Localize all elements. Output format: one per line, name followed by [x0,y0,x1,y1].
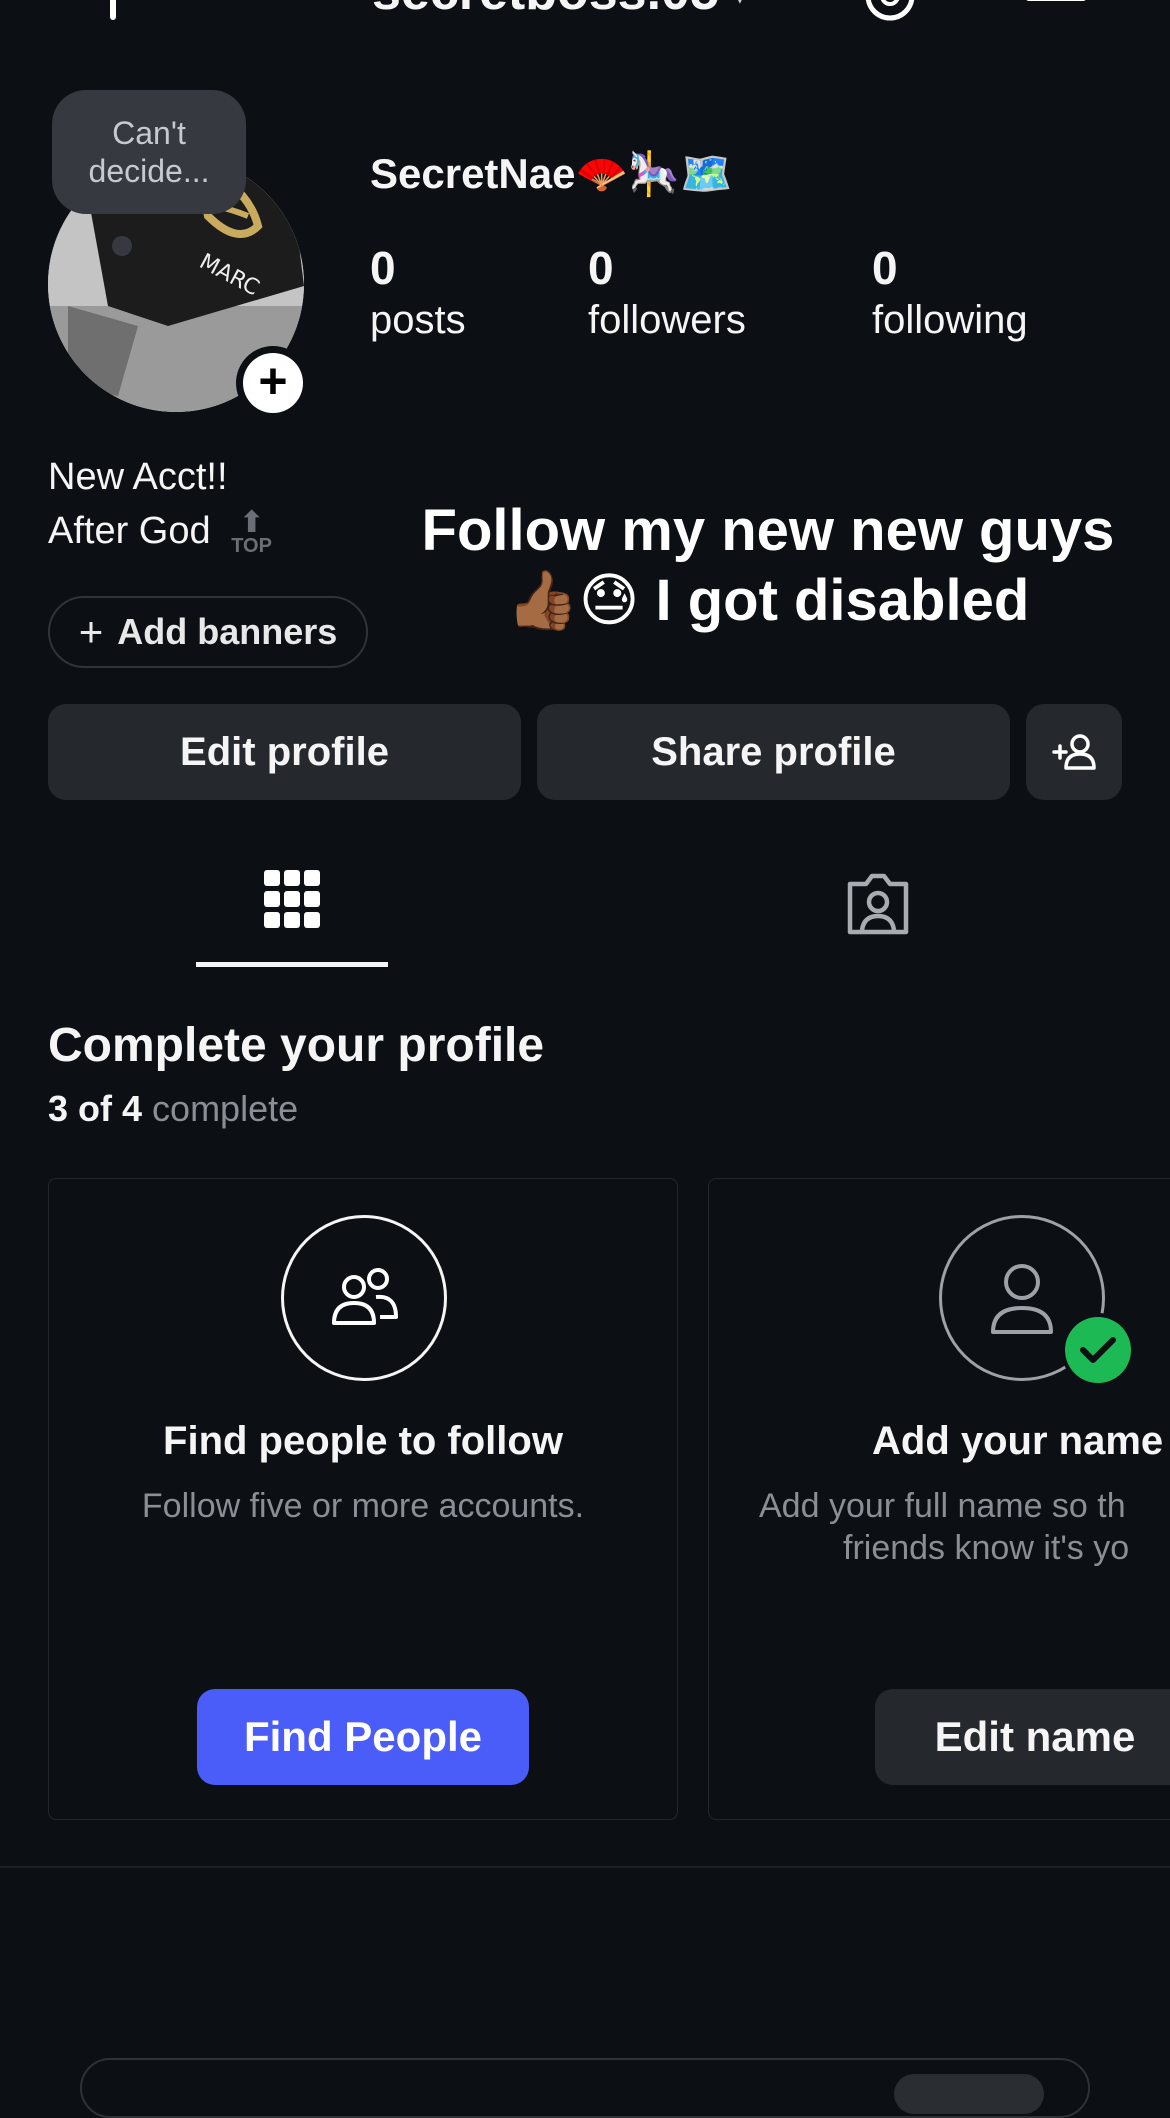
discover-people-button[interactable] [1026,704,1122,800]
share-profile-button[interactable]: Share profile [537,704,1010,800]
find-people-button[interactable]: Find People [197,1689,529,1785]
find-people-card: Find people to follow Follow five or mor… [48,1178,678,1820]
hamburger-menu-icon[interactable] [1026,0,1086,10]
followers-label: followers [588,298,746,342]
card-title: Add your name [872,1419,1164,1463]
following-count: 0 [872,242,898,294]
tab-grid[interactable] [262,866,322,937]
people-icon [281,1215,447,1381]
card-subtitle: Add your full name so th friends know it… [759,1487,1130,1567]
completed-check-icon [1061,1313,1135,1387]
add-banners-label: Add banners [117,611,338,652]
bottom-bar-button[interactable] [894,2074,1044,2114]
posts-count: 0 [370,242,396,294]
edit-name-button[interactable]: Edit name [875,1689,1170,1785]
card-subtitle: Follow five or more accounts. [141,1487,585,1525]
note-bubble[interactable]: Can't decide... [52,90,246,214]
add-banners-button[interactable]: + Add banners [48,596,368,668]
create-plus-icon[interactable] [110,0,116,20]
plus-icon: + [243,353,303,413]
add-person-icon [1052,734,1096,770]
following-stat[interactable]: 0 following [872,240,1028,344]
display-name: SecretNae🪭🎠🗺️ [370,150,733,197]
overlay-caption: Follow my new new guys 👍🏾😓 I got disable… [421,498,1115,633]
username-label: secretboss.05 [372,0,719,21]
tagged-person-icon [847,873,909,935]
complete-profile-progress: 3 of 4 complete [48,1088,299,1129]
followers-count: 0 [588,242,614,294]
edit-profile-button[interactable]: Edit profile [48,704,521,800]
add-story-button[interactable]: + [236,346,310,420]
following-label: following [872,298,1028,342]
card-title: Find people to follow [163,1419,563,1463]
posts-label: posts [370,298,466,342]
plus-icon: + [78,608,104,655]
bio-line-1: New Acct!! [48,456,228,498]
grid-icon [264,870,320,928]
username-switcher[interactable]: secretboss.05 ▾ [372,0,746,22]
note-bubble-tail [112,236,132,256]
bio-line-2: After God ⬆ TOP [48,505,272,557]
threads-icon[interactable] [864,0,916,22]
tab-tagged[interactable] [844,870,912,943]
section-divider [0,1866,1170,1868]
chevron-down-icon: ▾ [733,0,746,10]
active-tab-indicator [196,962,388,967]
complete-profile-title: Complete your profile [48,1019,545,1072]
add-name-card: Add your name Add your full name so th f… [708,1178,1170,1820]
posts-stat[interactable]: 0 posts [370,240,466,344]
followers-stat[interactable]: 0 followers [588,240,746,344]
bio: New Acct!! After God ⬆ TOP [48,450,272,558]
top-arrow-emoji-icon: ⬆ TOP [231,505,272,557]
